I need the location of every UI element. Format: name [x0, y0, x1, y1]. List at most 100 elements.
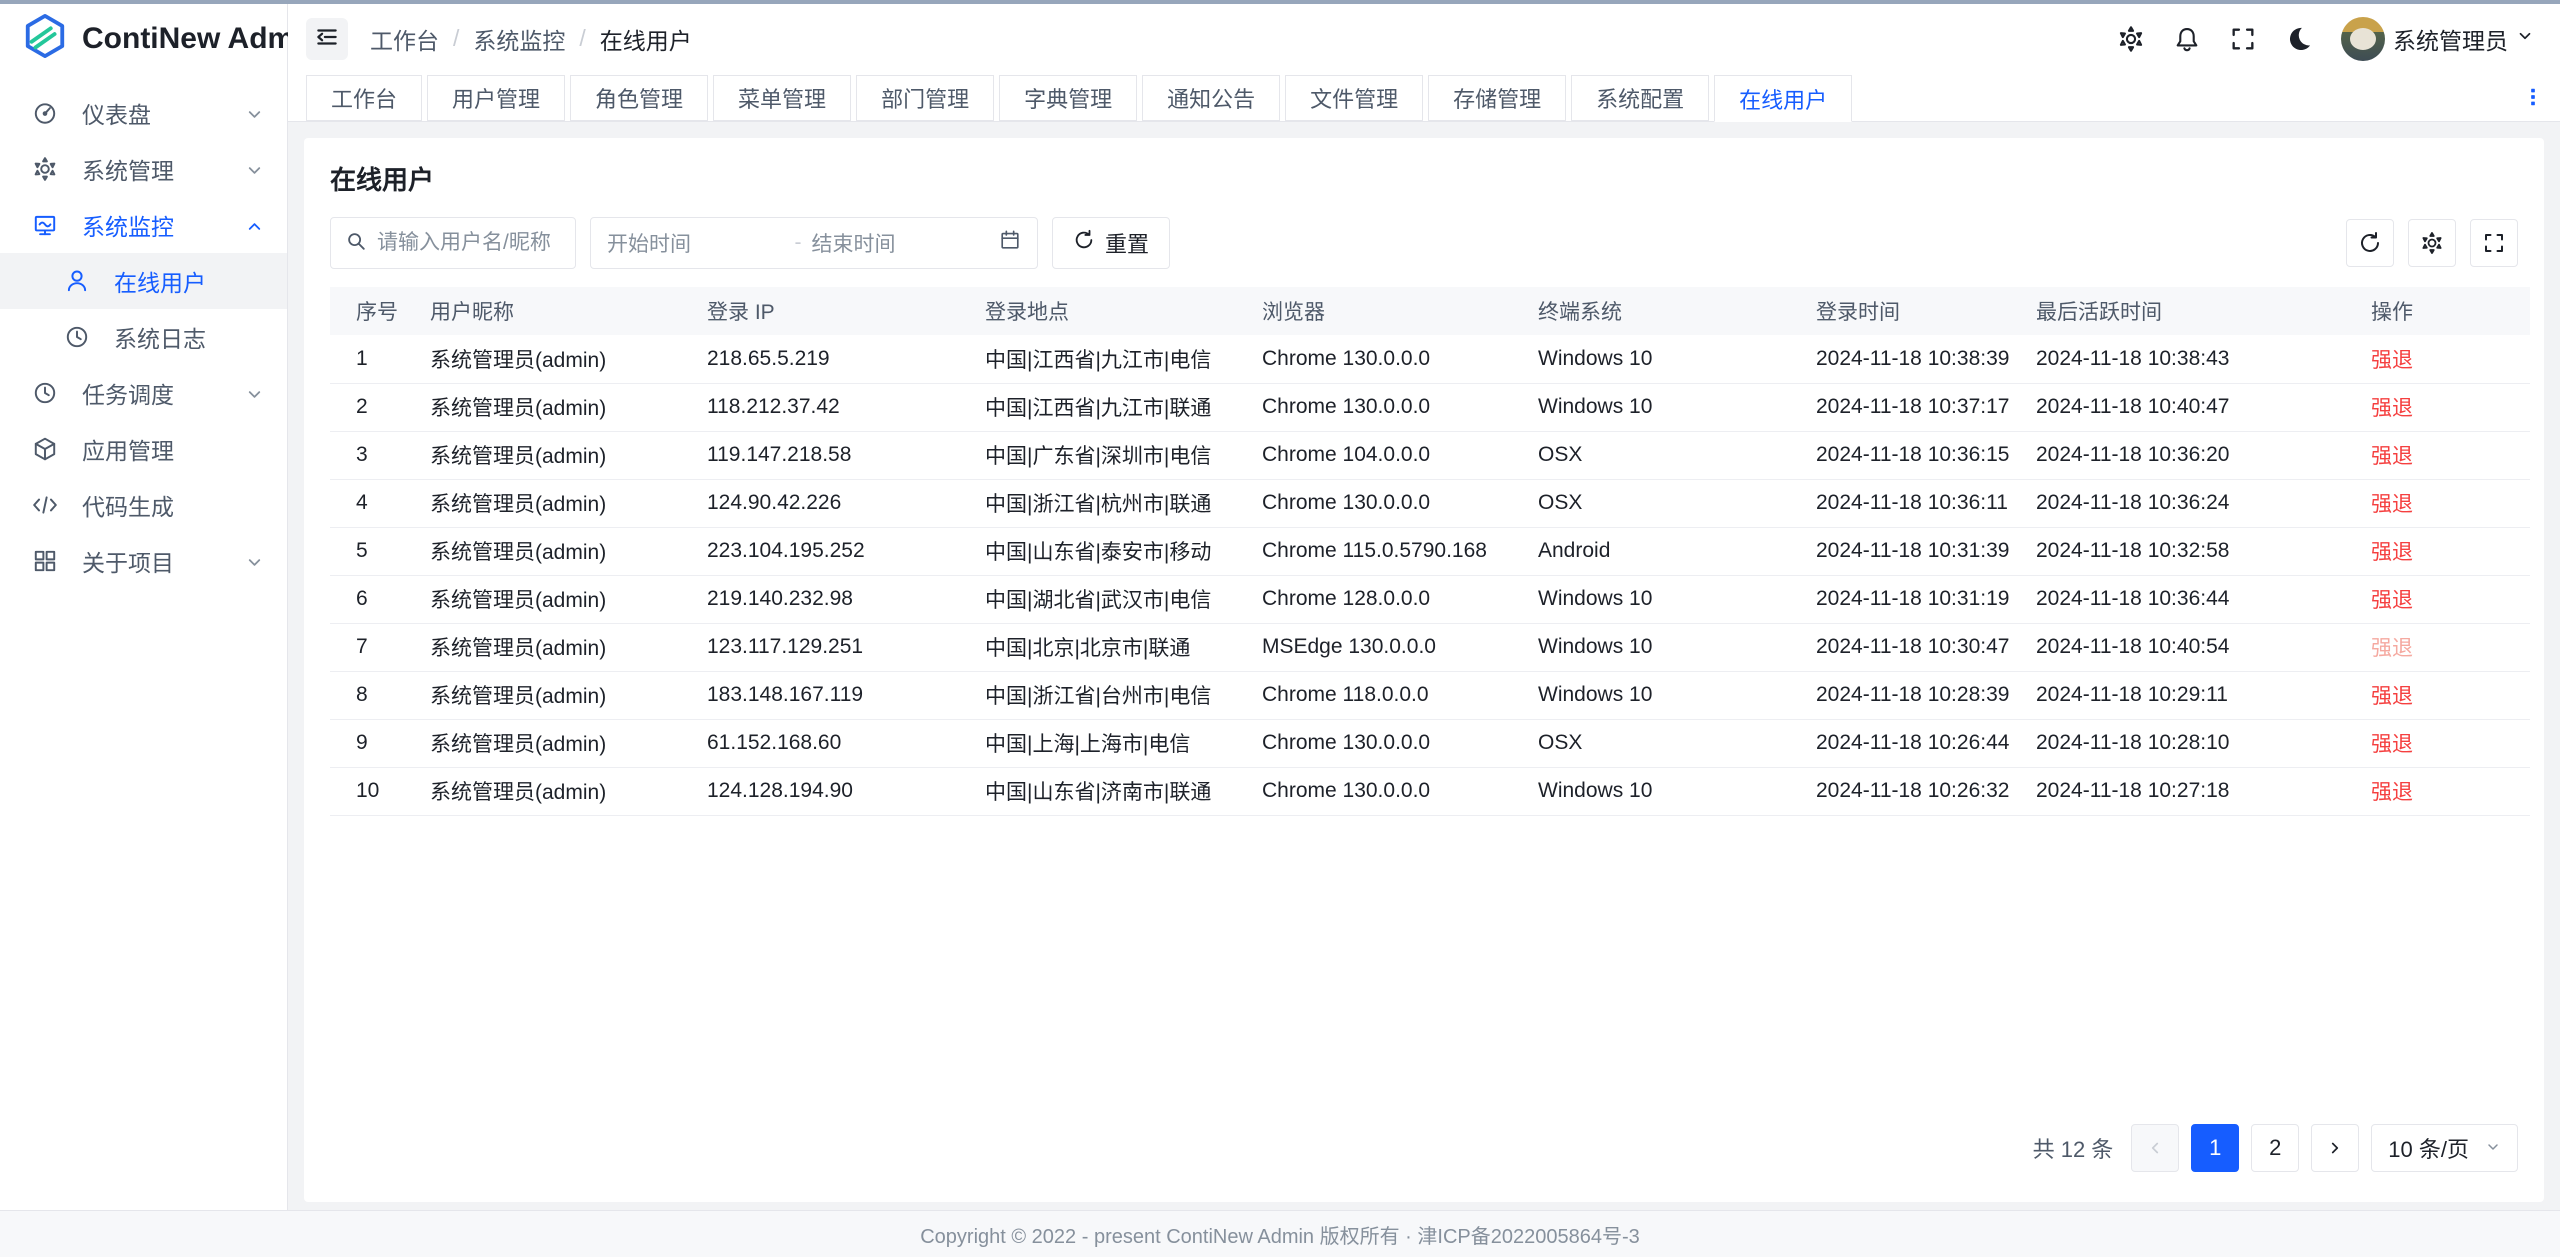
- brand-title: ContiNew Admin: [82, 22, 321, 56]
- settings-icon[interactable]: [2117, 25, 2145, 53]
- footer: Copyright © 2022 - present ContiNew Admi…: [0, 1210, 2560, 1257]
- content-area: 在线用户 开始时间 - 结束时间: [288, 122, 2560, 1210]
- force-logout-link[interactable]: 强退: [2371, 397, 2413, 420]
- breadcrumb-item[interactable]: 系统监控: [473, 22, 565, 56]
- cell-action: 强退: [2371, 671, 2530, 719]
- cell-action: 强退: [2371, 527, 2530, 575]
- tab-角色管理[interactable]: 角色管理: [570, 75, 708, 121]
- fullscreen-icon[interactable]: [2229, 25, 2257, 53]
- cell-action: 强退: [2371, 719, 2530, 767]
- cell-last_active: 2024-11-18 10:28:10: [2036, 719, 2371, 767]
- sidebar-subitem-系统日志[interactable]: 系统日志: [0, 309, 287, 365]
- cell-nickname: 系统管理员(admin): [430, 479, 707, 527]
- tab-存储管理[interactable]: 存储管理: [1428, 75, 1566, 121]
- force-logout-link[interactable]: 强退: [2371, 493, 2413, 516]
- tab-菜单管理[interactable]: 菜单管理: [713, 75, 851, 121]
- sidebar-item-仪表盘[interactable]: 仪表盘: [0, 85, 287, 141]
- table-header-row: 序号用户昵称登录 IP登录地点浏览器终端系统登录时间最后活跃时间操作: [330, 287, 2530, 335]
- tabs-more-icon[interactable]: [2520, 84, 2546, 110]
- chevron-up-icon: [245, 215, 265, 235]
- calendar-icon: [999, 229, 1021, 257]
- menu-fold-button[interactable]: [306, 18, 348, 60]
- table-fullscreen-button[interactable]: [2470, 219, 2518, 267]
- filter-bar: 开始时间 - 结束时间: [330, 217, 2518, 269]
- force-logout-link[interactable]: 强退: [2371, 445, 2413, 468]
- refresh-button[interactable]: [2346, 219, 2394, 267]
- cell-login_time: 2024-11-18 10:31:19: [1816, 575, 2036, 623]
- force-logout-link[interactable]: 强退: [2371, 349, 2413, 372]
- tab-用户管理[interactable]: 用户管理: [427, 75, 565, 121]
- cell-no: 10: [330, 767, 430, 815]
- tab-通知公告[interactable]: 通知公告: [1142, 75, 1280, 121]
- search-icon: [345, 230, 367, 257]
- force-logout-link[interactable]: 强退: [2371, 541, 2413, 564]
- cell-browser: Chrome 128.0.0.0: [1262, 575, 1538, 623]
- tab-在线用户[interactable]: 在线用户: [1714, 75, 1852, 122]
- sidebar-item-label: 关于项目: [82, 544, 245, 578]
- cell-last_active: 2024-11-18 10:36:24: [2036, 479, 2371, 527]
- sidebar-item-label: 应用管理: [82, 432, 265, 466]
- cell-browser: Chrome 115.0.5790.168: [1262, 527, 1538, 575]
- username-search-field[interactable]: [330, 217, 576, 269]
- history-icon: [62, 322, 92, 352]
- tab-文件管理[interactable]: 文件管理: [1285, 75, 1423, 121]
- table-row: 8系统管理员(admin)183.148.167.119中国|浙江省|台州市|电…: [330, 671, 2530, 719]
- force-logout-link[interactable]: 强退: [2371, 781, 2413, 804]
- sidebar-item-系统管理[interactable]: 系统管理: [0, 141, 287, 197]
- column-header: 用户昵称: [430, 287, 707, 335]
- cell-last_active: 2024-11-18 10:32:58: [2036, 527, 2371, 575]
- breadcrumb-item[interactable]: 工作台: [370, 22, 439, 56]
- date-range-picker[interactable]: 开始时间 - 结束时间: [590, 217, 1038, 269]
- cell-login_time: 2024-11-18 10:31:39: [1816, 527, 2036, 575]
- cell-location: 中国|浙江省|杭州市|联通: [985, 479, 1262, 527]
- cell-ip: 123.117.129.251: [707, 623, 985, 671]
- cell-login_time: 2024-11-18 10:37:17: [1816, 383, 2036, 431]
- cell-no: 9: [330, 719, 430, 767]
- column-header: 操作: [2371, 287, 2530, 335]
- cell-ip: 223.104.195.252: [707, 527, 985, 575]
- user-icon: [62, 266, 92, 296]
- breadcrumb: 工作台/系统监控/在线用户: [370, 22, 692, 56]
- page-size-select[interactable]: 10 条/页: [2371, 1124, 2518, 1172]
- cell-login_time: 2024-11-18 10:26:32: [1816, 767, 2036, 815]
- sidebar-item-任务调度[interactable]: 任务调度: [0, 365, 287, 421]
- cell-os: Android: [1538, 527, 1816, 575]
- tab-工作台[interactable]: 工作台: [306, 75, 422, 121]
- sidebar-subitem-在线用户[interactable]: 在线用户: [0, 253, 287, 309]
- sidebar-item-label: 任务调度: [82, 376, 245, 410]
- notification-bell-icon[interactable]: [2173, 25, 2201, 53]
- pagination-next-button[interactable]: [2311, 1124, 2359, 1172]
- cell-os: Windows 10: [1538, 383, 1816, 431]
- brand-logo[interactable]: ContiNew Admin: [0, 4, 287, 73]
- cell-login_time: 2024-11-18 10:36:11: [1816, 479, 2036, 527]
- pagination-page-1[interactable]: 1: [2191, 1124, 2239, 1172]
- table-row: 1系统管理员(admin)218.65.5.219中国|江西省|九江市|电信Ch…: [330, 335, 2530, 383]
- tab-字典管理[interactable]: 字典管理: [999, 75, 1137, 121]
- sidebar-item-关于项目[interactable]: 关于项目: [0, 533, 287, 589]
- pagination-page-2[interactable]: 2: [2251, 1124, 2299, 1172]
- cell-browser: Chrome 104.0.0.0: [1262, 431, 1538, 479]
- sidebar-item-label: 仪表盘: [82, 96, 245, 130]
- reset-button[interactable]: 重置: [1052, 217, 1170, 269]
- force-logout-link[interactable]: 强退: [2371, 733, 2413, 756]
- start-time-placeholder: 开始时间: [607, 228, 785, 258]
- cell-no: 3: [330, 431, 430, 479]
- user-menu[interactable]: 系统管理员: [2341, 17, 2534, 61]
- search-input[interactable]: [377, 231, 561, 255]
- force-logout-link[interactable]: 强退: [2371, 589, 2413, 612]
- tab-部门管理[interactable]: 部门管理: [856, 75, 994, 121]
- pagination-prev-button[interactable]: [2131, 1124, 2179, 1172]
- force-logout-link[interactable]: 强退: [2371, 685, 2413, 708]
- column-settings-button[interactable]: [2408, 219, 2456, 267]
- cell-browser: MSEdge 130.0.0.0: [1262, 623, 1538, 671]
- cell-nickname: 系统管理员(admin): [430, 335, 707, 383]
- topbar-actions: 系统管理员: [2117, 17, 2534, 61]
- cell-action: 强退: [2371, 575, 2530, 623]
- sidebar-item-应用管理[interactable]: 应用管理: [0, 421, 287, 477]
- dark-mode-moon-icon[interactable]: [2285, 25, 2313, 53]
- tab-系统配置[interactable]: 系统配置: [1571, 75, 1709, 121]
- code-icon: [30, 490, 60, 520]
- sidebar-item-代码生成[interactable]: 代码生成: [0, 477, 287, 533]
- copyright-text: Copyright © 2022 - present ContiNew Admi…: [920, 1220, 1640, 1249]
- sidebar-item-系统监控[interactable]: 系统监控: [0, 197, 287, 253]
